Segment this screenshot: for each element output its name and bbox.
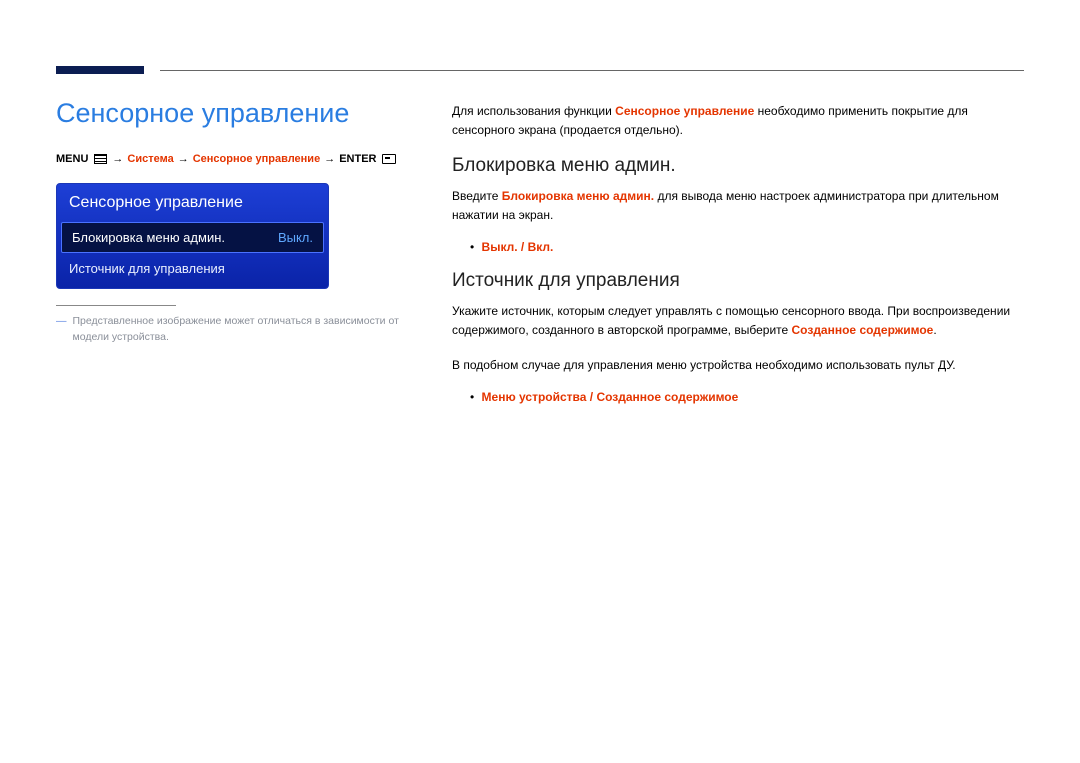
osd-row-label: Источник для управления xyxy=(69,261,225,276)
osd-row-admin-lock[interactable]: Блокировка меню админ. Выкл. xyxy=(61,222,324,253)
section1-bullet: Выкл. / Вкл. xyxy=(470,240,1024,254)
intro-hl: Сенсорное управление xyxy=(615,104,754,118)
footnote-dash: ― xyxy=(56,314,67,346)
intro-paragraph: Для использования функции Сенсорное упра… xyxy=(452,102,1024,139)
footnote-text: Представленное изображение может отличат… xyxy=(73,314,401,346)
osd-row-label: Блокировка меню админ. xyxy=(72,230,225,245)
breadcrumb-arrow: → xyxy=(178,153,189,165)
menu-icon xyxy=(94,154,106,164)
osd-row-value: Выкл. xyxy=(278,230,313,245)
left-column: Сенсорное управление MENU → Система → Се… xyxy=(56,98,400,346)
page-title: Сенсорное управление xyxy=(56,98,400,129)
section1-body: Введите Блокировка меню админ. для вывод… xyxy=(452,187,1024,224)
breadcrumb-arrow: → xyxy=(324,153,335,165)
section2-bullet: Меню устройства / Созданное содержимое xyxy=(470,390,1024,404)
osd-panel: Сенсорное управление Блокировка меню адм… xyxy=(56,183,329,289)
intro-pre: Для использования функции xyxy=(452,104,615,118)
osd-title: Сенсорное управление xyxy=(57,184,328,222)
section1-body-pre: Введите xyxy=(452,189,502,203)
breadcrumb: MENU → Система → Сенсорное управление → … xyxy=(56,153,400,165)
breadcrumb-touch: Сенсорное управление xyxy=(193,153,321,165)
osd-row-control-source[interactable]: Источник для управления xyxy=(57,253,328,288)
section2-body1: Укажите источник, которым следует управл… xyxy=(452,302,1024,339)
section2-body1-post: . xyxy=(933,323,936,337)
section2-body2: В подобном случае для управления меню ус… xyxy=(452,356,1024,375)
section1-heading: Блокировка меню админ. xyxy=(452,155,1024,177)
section2-body1-hl: Созданное содержимое xyxy=(792,323,934,337)
header-rule xyxy=(160,70,1024,71)
breadcrumb-enter: ENTER xyxy=(339,153,376,165)
breadcrumb-menu: MENU xyxy=(56,153,88,165)
section1-body-hl: Блокировка меню админ. xyxy=(502,189,654,203)
section2-heading: Источник для управления xyxy=(452,270,1024,292)
footnote: ― Представленное изображение может отлич… xyxy=(56,314,400,346)
footnote-separator xyxy=(56,305,176,306)
breadcrumb-system: Система xyxy=(127,153,173,165)
breadcrumb-arrow: → xyxy=(112,153,123,165)
right-column: Для использования функции Сенсорное упра… xyxy=(452,102,1024,420)
enter-icon xyxy=(382,154,396,164)
header-accent-bar xyxy=(56,66,144,74)
